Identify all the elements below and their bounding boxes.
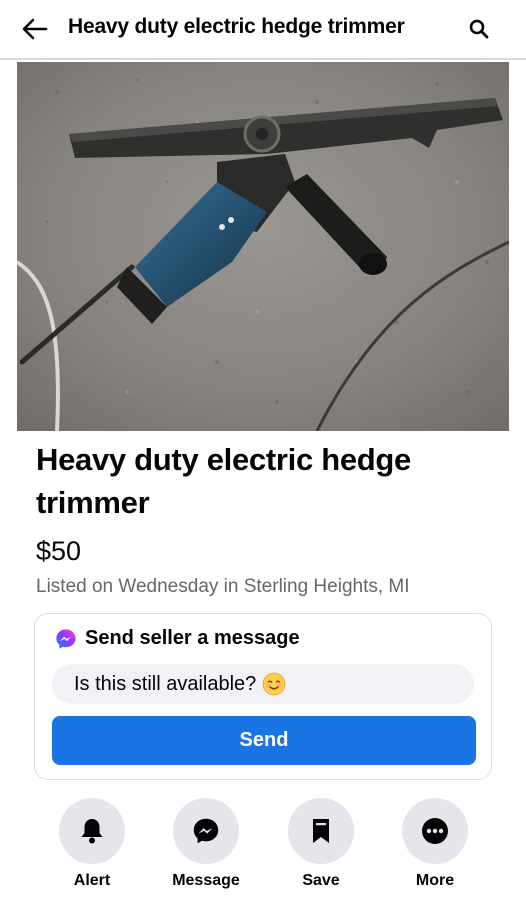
- alert-button[interactable]: Alert: [37, 798, 147, 890]
- save-label: Save: [302, 872, 340, 889]
- message-button[interactable]: Message: [151, 798, 261, 890]
- messenger-icon: [193, 818, 219, 844]
- listing-location-date: Listed on Wednesday in Sterling Heights,…: [36, 576, 410, 597]
- listing-title: Heavy duty electric hedge trimmer: [36, 442, 411, 520]
- send-button[interactable]: Send: [52, 716, 476, 765]
- save-button-circle: [288, 798, 354, 864]
- page-title: Heavy duty electric hedge trimmer: [68, 15, 405, 38]
- more-button-circle: [402, 798, 468, 864]
- save-button[interactable]: Save: [266, 798, 376, 890]
- alert-label: Alert: [73, 872, 111, 889]
- alert-button-circle: [59, 798, 125, 864]
- listing-price: $50: [36, 536, 82, 566]
- message-card-heading: Send seller a message: [85, 627, 300, 649]
- hedge-trimmer-image: [17, 62, 509, 431]
- action-bar: Alert Message Save More: [0, 798, 526, 898]
- smiling-face-emoji: [262, 672, 286, 696]
- top-bar: Heavy duty electric hedge trimmer: [0, 0, 526, 60]
- more-label: More: [415, 872, 455, 889]
- send-message-card: Send seller a message Is this still avai…: [34, 613, 492, 780]
- message-button-circle: [173, 798, 239, 864]
- more-button[interactable]: More: [380, 798, 490, 890]
- messenger-icon: [56, 628, 76, 649]
- listing-photo[interactable]: [17, 62, 509, 431]
- arrow-left-icon: [22, 18, 48, 40]
- search-icon: [469, 19, 489, 39]
- more-dots-icon: [422, 818, 448, 844]
- bell-icon: [81, 819, 103, 844]
- message-input[interactable]: Is this still available?: [52, 664, 474, 704]
- search-button[interactable]: [462, 12, 496, 46]
- back-button[interactable]: [18, 12, 52, 46]
- message-input-value: Is this still available?: [74, 672, 257, 695]
- bookmark-icon: [313, 819, 329, 843]
- message-card-header: Send seller a message: [55, 627, 300, 650]
- message-label: Message: [172, 872, 240, 889]
